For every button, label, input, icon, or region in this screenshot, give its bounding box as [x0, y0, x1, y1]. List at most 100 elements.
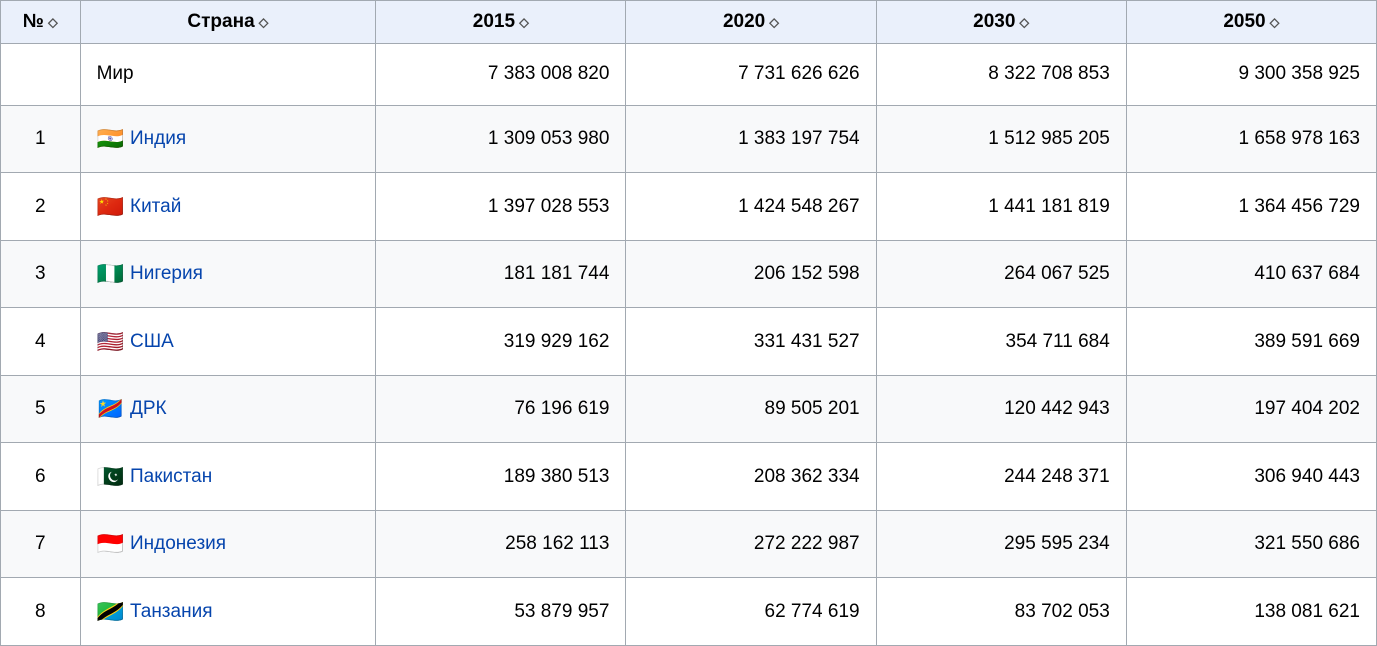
- sort-icon: ⬦: [1270, 14, 1280, 31]
- country-flag: 🇨🇩: [97, 396, 124, 422]
- row-y2050: 1 658 978 163: [1126, 105, 1376, 173]
- table-row: 4 🇺🇸 США 319 929 162331 431 527354 711 6843…: [1, 308, 1377, 376]
- row-y2015: 1 397 028 553: [376, 173, 626, 241]
- row-y2050: 410 637 684: [1126, 240, 1376, 308]
- row-num: 4: [1, 308, 81, 376]
- row-y2015: 319 929 162: [376, 308, 626, 376]
- country-link[interactable]: США: [130, 330, 174, 351]
- row-y2015: 53 879 957: [376, 578, 626, 646]
- table-row: 5 🇨🇩 ДРК 76 196 61989 505 201120 442 943197…: [1, 375, 1377, 443]
- sort-icon: ⬦: [48, 14, 58, 31]
- row-country[interactable]: 🇮🇩 Индонезия: [80, 510, 376, 578]
- row-country[interactable]: 🇳🇬 Нигерия: [80, 240, 376, 308]
- row-y2050: 197 404 202: [1126, 375, 1376, 443]
- row-y2015: 7 383 008 820: [376, 44, 626, 106]
- row-y2050: 9 300 358 925: [1126, 44, 1376, 106]
- row-y2020: 7 731 626 626: [626, 44, 876, 106]
- row-country[interactable]: 🇮🇳 Индия: [80, 105, 376, 173]
- col-header-label: 2015: [473, 11, 515, 32]
- row-num: [1, 44, 81, 106]
- country-link[interactable]: Китай: [130, 195, 181, 216]
- world-row: Мир 7 383 008 8207 731 626 6268 322 708 8…: [1, 44, 1377, 106]
- row-country[interactable]: 🇨🇩 ДРК: [80, 375, 376, 443]
- row-y2050: 138 081 621: [1126, 578, 1376, 646]
- col-header-label: Страна: [187, 11, 254, 32]
- row-y2015: 1 309 053 980: [376, 105, 626, 173]
- row-country: Мир: [80, 44, 376, 106]
- row-y2030: 83 702 053: [876, 578, 1126, 646]
- sort-icon: ⬦: [769, 14, 779, 31]
- row-y2050: 1 364 456 729: [1126, 173, 1376, 241]
- row-country[interactable]: 🇵🇰 Пакистан: [80, 443, 376, 511]
- country-flag: 🇹🇿: [97, 599, 124, 625]
- row-y2030: 354 711 684: [876, 308, 1126, 376]
- row-y2020: 208 362 334: [626, 443, 876, 511]
- row-y2015: 258 162 113: [376, 510, 626, 578]
- row-y2020: 206 152 598: [626, 240, 876, 308]
- col-header-country[interactable]: Страна ⬦: [80, 1, 376, 44]
- population-table: № ⬦Страна ⬦2015 ⬦2020 ⬦2030 ⬦2050 ⬦ Мир7…: [0, 0, 1377, 646]
- country-link[interactable]: ДРК: [130, 398, 167, 419]
- col-header-y2030[interactable]: 2030 ⬦: [876, 1, 1126, 44]
- row-country[interactable]: 🇺🇸 США: [80, 308, 376, 376]
- row-y2050: 389 591 669: [1126, 308, 1376, 376]
- country-link[interactable]: Нигерия: [130, 263, 203, 284]
- row-num: 3: [1, 240, 81, 308]
- row-num: 2: [1, 173, 81, 241]
- row-num: 6: [1, 443, 81, 511]
- row-num: 7: [1, 510, 81, 578]
- row-y2020: 62 774 619: [626, 578, 876, 646]
- row-country[interactable]: 🇹🇿 Танзания: [80, 578, 376, 646]
- sort-icon: ⬦: [259, 14, 269, 31]
- country-flag: 🇨🇳: [97, 194, 124, 220]
- sort-icon: ⬦: [519, 14, 529, 31]
- col-header-label: 2020: [723, 11, 765, 32]
- row-y2020: 89 505 201: [626, 375, 876, 443]
- row-y2015: 76 196 619: [376, 375, 626, 443]
- row-num: 5: [1, 375, 81, 443]
- row-y2020: 272 222 987: [626, 510, 876, 578]
- country-flag: 🇵🇰: [97, 464, 124, 490]
- header-row: № ⬦Страна ⬦2015 ⬦2020 ⬦2030 ⬦2050 ⬦: [1, 1, 1377, 44]
- row-y2015: 189 380 513: [376, 443, 626, 511]
- row-y2050: 306 940 443: [1126, 443, 1376, 511]
- col-header-y2015[interactable]: 2015 ⬦: [376, 1, 626, 44]
- row-y2015: 181 181 744: [376, 240, 626, 308]
- row-y2050: 321 550 686: [1126, 510, 1376, 578]
- row-y2030: 1 512 985 205: [876, 105, 1126, 173]
- table-row: 3 🇳🇬 Нигерия 181 181 744206 152 598264 067 …: [1, 240, 1377, 308]
- row-y2030: 264 067 525: [876, 240, 1126, 308]
- row-num: 8: [1, 578, 81, 646]
- table-row: 6 🇵🇰 Пакистан 189 380 513208 362 334244 248…: [1, 443, 1377, 511]
- sort-icon: ⬦: [1019, 14, 1029, 31]
- row-y2030: 1 441 181 819: [876, 173, 1126, 241]
- row-y2020: 1 424 548 267: [626, 173, 876, 241]
- col-header-label: 2050: [1223, 11, 1265, 32]
- col-header-label: 2030: [973, 11, 1015, 32]
- country-link[interactable]: Индонезия: [130, 533, 226, 554]
- table-row: 1 🇮🇳 Индия 1 309 053 9801 383 197 7541 512 …: [1, 105, 1377, 173]
- table-row: 2 🇨🇳 Китай 1 397 028 5531 424 548 2671 441 …: [1, 173, 1377, 241]
- row-country[interactable]: 🇨🇳 Китай: [80, 173, 376, 241]
- row-y2030: 244 248 371: [876, 443, 1126, 511]
- row-y2020: 1 383 197 754: [626, 105, 876, 173]
- country-flag: 🇺🇸: [97, 329, 124, 355]
- col-header-num[interactable]: № ⬦: [1, 1, 81, 44]
- country-link[interactable]: Танзания: [130, 600, 213, 621]
- country-flag: 🇳🇬: [97, 261, 124, 287]
- col-header-y2050[interactable]: 2050 ⬦: [1126, 1, 1376, 44]
- row-num: 1: [1, 105, 81, 173]
- country-link[interactable]: Индия: [130, 128, 186, 149]
- country-flag: 🇮🇳: [97, 126, 124, 152]
- row-y2020: 331 431 527: [626, 308, 876, 376]
- country-link[interactable]: Пакистан: [130, 465, 212, 486]
- table-row: 8 🇹🇿 Танзания 53 879 95762 774 61983 702 05…: [1, 578, 1377, 646]
- country-name: Мир: [97, 63, 134, 84]
- col-header-label: №: [23, 11, 44, 32]
- table-row: 7 🇮🇩 Индонезия 258 162 113272 222 987295 59…: [1, 510, 1377, 578]
- row-y2030: 120 442 943: [876, 375, 1126, 443]
- row-y2030: 8 322 708 853: [876, 44, 1126, 106]
- row-y2030: 295 595 234: [876, 510, 1126, 578]
- country-flag: 🇮🇩: [97, 531, 124, 557]
- col-header-y2020[interactable]: 2020 ⬦: [626, 1, 876, 44]
